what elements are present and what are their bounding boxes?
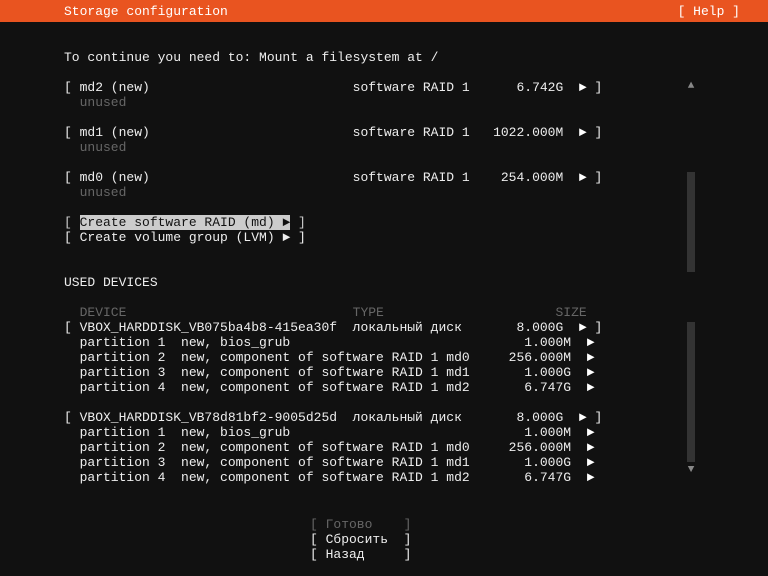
partition-row[interactable]: partition 2 new, component of software R… [0,440,768,455]
scroll-track[interactable] [687,322,695,462]
device-row[interactable]: [ md0 (new) software RAID 1 254.000M ► ] [0,170,768,185]
partition-row[interactable]: partition 1 new, bios_grub 1.000M ► [0,425,768,440]
reset-button[interactable]: [ Сбросить ] [310,532,768,547]
device-row[interactable]: [ md2 (new) software RAID 1 6.742G ► ] [0,80,768,95]
partition-row[interactable]: partition 4 new, component of software R… [0,470,768,485]
footer-buttons: [ Готово ] [ Сбросить ] [ Назад ] [0,517,768,562]
disk-row[interactable]: [ VBOX_HARDDISK_VB78d81bf2-9005d25d лока… [0,410,768,425]
help-button[interactable]: [ Help ] [678,4,756,19]
partition-row[interactable]: partition 4 new, component of software R… [0,380,768,395]
header-bar: Storage configuration [ Help ] [0,0,768,22]
done-button[interactable]: [ Готово ] [310,517,768,532]
back-button[interactable]: [ Назад ] [310,547,768,562]
device-status: unused [0,185,768,200]
device-row[interactable]: [ md1 (new) software RAID 1 1022.000M ► … [0,125,768,140]
scrollbar[interactable]: ▲ ▼ [686,80,696,476]
partition-row[interactable]: partition 3 new, component of software R… [0,455,768,470]
device-status: unused [0,140,768,155]
used-devices-heading: USED DEVICES [0,275,768,290]
instruction-text: To continue you need to: Mount a filesys… [0,50,768,65]
create-lvm-action[interactable]: [ Create volume group (LVM) ► ] [0,230,768,245]
scroll-down-icon[interactable]: ▼ [686,464,696,476]
main-screen: To continue you need to: Mount a filesys… [0,22,768,576]
scroll-track[interactable] [687,172,695,272]
partition-row[interactable]: partition 3 new, component of software R… [0,365,768,380]
disk-row[interactable]: [ VBOX_HARDDISK_VB075ba4b8-415ea30f лока… [0,320,768,335]
device-status: unused [0,95,768,110]
column-headers: DEVICE TYPE SIZE [0,305,768,320]
partition-row[interactable]: partition 2 new, component of software R… [0,350,768,365]
create-raid-action[interactable]: [ Create software RAID (md) ► ] [0,215,768,230]
scroll-up-icon[interactable]: ▲ [686,80,696,92]
partition-row[interactable]: partition 1 new, bios_grub 1.000M ► [0,335,768,350]
page-title: Storage configuration [12,4,678,19]
